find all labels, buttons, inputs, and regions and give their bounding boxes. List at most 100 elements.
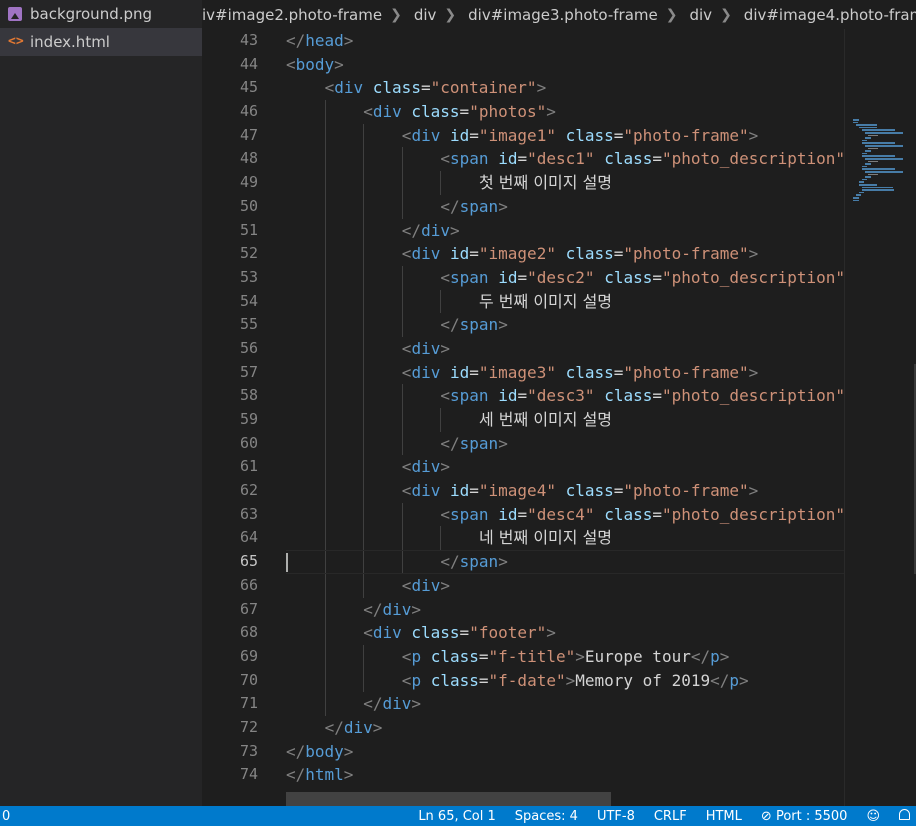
code-line[interactable]: <span id="desc2" class="photo_descriptio… xyxy=(286,265,844,290)
indent-guide xyxy=(363,551,365,573)
chevron-right-icon: ❯ xyxy=(720,6,732,23)
status-left-indicator[interactable]: 0 xyxy=(2,809,10,824)
code-token: </ xyxy=(440,196,460,216)
code-line[interactable]: 첫 번째 이미지 설명 xyxy=(286,171,844,195)
code-token: "desc4" xyxy=(527,504,595,524)
code-area[interactable]: </head> <body> <div class="container"> <div… xyxy=(286,29,844,787)
code-content: </body> xyxy=(286,742,353,761)
code-content: </div> xyxy=(286,600,421,619)
breadcrumb-item[interactable]: div#image4.photo-fram xyxy=(744,6,916,24)
code-token: p xyxy=(411,646,422,666)
live-server-port[interactable]: ⊘ Port : 5500 xyxy=(761,809,848,824)
code-token: "photos" xyxy=(469,102,547,122)
code-token: < xyxy=(440,149,451,169)
code-line[interactable]: </body> xyxy=(286,740,844,764)
code-line[interactable]: </div> xyxy=(286,716,844,740)
end-of-line[interactable]: CRLF xyxy=(654,809,687,824)
minimap-line xyxy=(868,160,878,163)
code-line[interactable]: <div class="footer"> xyxy=(286,621,844,645)
code-token: < xyxy=(401,670,412,690)
line-number: 60 xyxy=(239,433,258,452)
code-line[interactable]: <div id="image1" class="photo-frame"> xyxy=(286,123,844,148)
code-token: "image2" xyxy=(478,244,556,264)
code-line[interactable]: </html> xyxy=(286,763,844,787)
indent-guide xyxy=(401,408,403,432)
code-line[interactable]: </div> xyxy=(286,218,844,243)
feedback-icon[interactable]: ☺ xyxy=(866,809,880,824)
minimap[interactable] xyxy=(844,29,916,806)
code-line[interactable]: <div> xyxy=(286,336,844,361)
code-line[interactable]: <div id="image2" class="photo-frame"> xyxy=(286,242,844,266)
code-line[interactable]: </span> xyxy=(286,550,844,574)
code-token: = xyxy=(459,623,470,643)
file-item[interactable]: <> index.html xyxy=(0,28,202,56)
code-line[interactable]: </span> xyxy=(286,313,844,337)
code-token: > xyxy=(498,433,508,453)
code-line[interactable]: </head> xyxy=(286,29,844,53)
code-line[interactable]: </div> xyxy=(286,692,844,716)
file-encoding[interactable]: UTF-8 xyxy=(597,809,635,824)
code-token: "desc3" xyxy=(527,386,595,406)
indent-guide xyxy=(401,289,403,314)
line-number: 51 xyxy=(239,220,258,239)
code-content: </span> xyxy=(286,196,507,216)
breadcrumb-item[interactable]: div xyxy=(689,6,712,24)
code-token: "image1" xyxy=(478,125,556,145)
code-token: < xyxy=(440,504,451,524)
indentation-setting[interactable]: Spaces: 4 xyxy=(515,809,578,824)
line-number: 59 xyxy=(239,410,258,428)
code-line[interactable]: 세 번째 이미지 설명 xyxy=(286,408,844,432)
code-line[interactable]: <span id="desc1" class="photo_descriptio… xyxy=(286,147,844,172)
code-line[interactable]: </div> xyxy=(286,597,844,622)
code-editor[interactable]: 43 44 45 46 47 48 49 50 51 52 53 54 55 56 57 58 59 60 61 62… xyxy=(202,29,844,806)
code-token: Memory of 2019 xyxy=(575,670,711,690)
code-content: <span id="desc1" class="photo_descriptio… xyxy=(286,149,844,168)
indent-guide xyxy=(363,479,365,503)
line-number: 55 xyxy=(239,315,258,334)
code-line[interactable]: <span id="desc3" class="photo_descriptio… xyxy=(286,384,844,408)
indent-guide xyxy=(363,265,365,290)
file-item[interactable]: background.png xyxy=(0,0,202,28)
code-line[interactable]: <div> xyxy=(286,573,844,598)
indent-guide xyxy=(324,265,326,290)
breadcrumb-item[interactable]: div#image3.photo-frame xyxy=(468,6,658,24)
code-token: "photo-frame" xyxy=(623,362,749,382)
code-token: </ xyxy=(286,765,306,785)
code-line[interactable]: <p class="f-title">Europe tour</p> xyxy=(286,644,844,669)
code-token: > xyxy=(343,765,354,785)
code-line[interactable]: <div> xyxy=(286,455,844,480)
language-mode[interactable]: HTML xyxy=(706,809,742,824)
breadcrumb-item[interactable]: div xyxy=(414,6,437,24)
breadcrumb-item[interactable]: iv#image2.photo-frame xyxy=(202,6,382,24)
code-token: id xyxy=(449,362,470,382)
code-token: < xyxy=(401,338,412,358)
horizontal-scrollbar[interactable] xyxy=(286,792,611,806)
code-line[interactable]: </span> xyxy=(286,194,844,219)
notifications-bell-icon[interactable] xyxy=(899,808,910,824)
code-line[interactable]: <span id="desc4" class="photo_descriptio… xyxy=(286,502,844,527)
code-line[interactable]: <div id="image4" class="photo-frame"> xyxy=(286,479,844,503)
code-line[interactable]: <div class="photos"> xyxy=(286,100,844,124)
code-line[interactable]: <p class="f-date">Memory of 2019</p> xyxy=(286,668,844,693)
code-token: "photo_description" xyxy=(662,386,844,406)
indent-guide xyxy=(363,502,365,527)
code-line[interactable]: <div class="container"> xyxy=(286,76,844,100)
text-cursor xyxy=(286,553,288,573)
line-number: 44 xyxy=(239,54,258,73)
code-content: <span id="desc4" class="photo_descriptio… xyxy=(286,505,844,524)
code-content: 네 번째 이미지 설명 xyxy=(286,528,612,547)
code-line[interactable]: <body> xyxy=(286,53,844,77)
code-line[interactable]: <div id="image3" class="photo-frame"> xyxy=(286,360,844,385)
code-token: class xyxy=(604,386,653,406)
cursor-position[interactable]: Ln 65, Col 1 xyxy=(418,809,495,824)
code-line[interactable]: </span> xyxy=(286,431,844,456)
code-token: = xyxy=(613,125,624,145)
line-number: 61 xyxy=(239,457,258,476)
minimap-line xyxy=(865,171,903,173)
code-line[interactable]: 네 번째 이미지 설명 xyxy=(286,526,844,551)
code-line[interactable]: 두 번째 이미지 설명 xyxy=(286,289,844,314)
